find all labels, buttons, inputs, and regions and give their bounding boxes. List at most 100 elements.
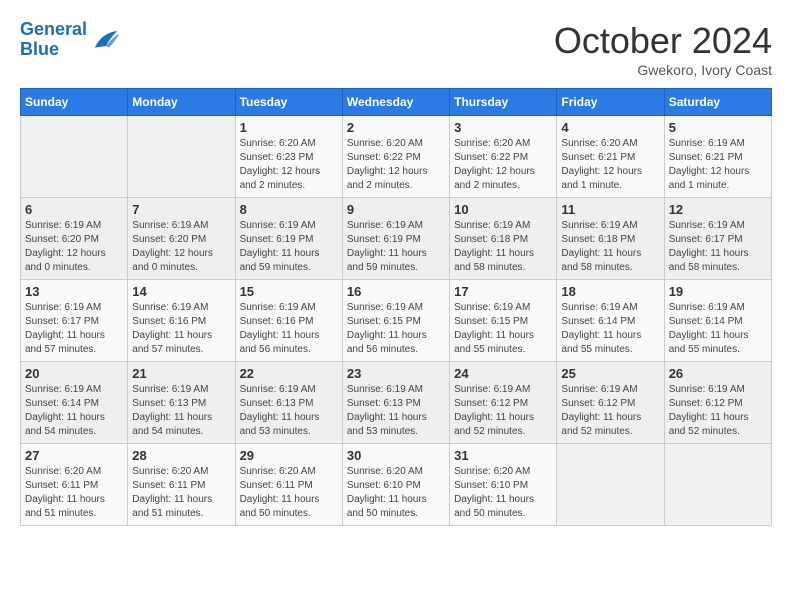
day-number: 16 — [347, 284, 445, 299]
weekday-header-saturday: Saturday — [664, 89, 771, 116]
day-number: 14 — [132, 284, 230, 299]
calendar-week-3: 13 Sunrise: 6:19 AM Sunset: 6:17 PM Dayli… — [21, 280, 772, 362]
calendar-cell: 8 Sunrise: 6:19 AM Sunset: 6:19 PM Daylig… — [235, 198, 342, 280]
calendar-cell: 21 Sunrise: 6:19 AM Sunset: 6:13 PM Dayli… — [128, 362, 235, 444]
day-number: 30 — [347, 448, 445, 463]
location: Gwekoro, Ivory Coast — [554, 62, 772, 78]
day-info: Sunrise: 6:20 AM Sunset: 6:11 PM Dayligh… — [25, 465, 123, 521]
calendar-cell: 28 Sunrise: 6:20 AM Sunset: 6:11 PM Dayli… — [128, 444, 235, 526]
day-number: 15 — [240, 284, 338, 299]
day-info: Sunrise: 6:20 AM Sunset: 6:10 PM Dayligh… — [347, 465, 445, 521]
day-info: Sunrise: 6:20 AM Sunset: 6:11 PM Dayligh… — [240, 465, 338, 521]
day-number: 20 — [25, 366, 123, 381]
day-number: 18 — [561, 284, 659, 299]
calendar-cell: 31 Sunrise: 6:20 AM Sunset: 6:10 PM Dayli… — [450, 444, 557, 526]
day-number: 13 — [25, 284, 123, 299]
day-number: 21 — [132, 366, 230, 381]
calendar-cell: 16 Sunrise: 6:19 AM Sunset: 6:15 PM Dayli… — [342, 280, 449, 362]
calendar-cell — [21, 116, 128, 198]
day-number: 25 — [561, 366, 659, 381]
weekday-header-tuesday: Tuesday — [235, 89, 342, 116]
page-header: General Blue October 2024 Gwekoro, Ivory… — [20, 20, 772, 78]
weekday-header-friday: Friday — [557, 89, 664, 116]
calendar-cell: 26Sunrise: 6:19 AM Sunset: 6:12 PM Dayli… — [664, 362, 771, 444]
calendar-cell: 7Sunrise: 6:19 AM Sunset: 6:20 PM Daylig… — [128, 198, 235, 280]
day-number: 9 — [347, 202, 445, 217]
day-info: Sunrise: 6:19 AM Sunset: 6:16 PM Dayligh… — [132, 301, 230, 357]
day-info: Sunrise: 6:19 AM Sunset: 6:20 PM Dayligh… — [132, 219, 230, 275]
day-number: 19 — [669, 284, 767, 299]
day-number: 29 — [240, 448, 338, 463]
calendar-cell: 11 Sunrise: 6:19 AM Sunset: 6:18 PM Dayli… — [557, 198, 664, 280]
day-info: Sunrise: 6:19 AM Sunset: 6:18 PM Dayligh… — [561, 219, 659, 275]
day-info: Sunrise: 6:19 AM Sunset: 6:16 PM Dayligh… — [240, 301, 338, 357]
day-info: Sunrise: 6:19 AM Sunset: 6:12 PM Dayligh… — [669, 383, 767, 439]
day-info: Sunrise: 6:19 AM Sunset: 6:14 PM Dayligh… — [561, 301, 659, 357]
calendar-cell: 18 Sunrise: 6:19 AM Sunset: 6:14 PM Dayli… — [557, 280, 664, 362]
calendar-cell: 14 Sunrise: 6:19 AM Sunset: 6:16 PM Dayli… — [128, 280, 235, 362]
day-info: Sunrise: 6:19 AM Sunset: 6:20 PM Dayligh… — [25, 219, 123, 275]
weekday-header-thursday: Thursday — [450, 89, 557, 116]
day-number: 28 — [132, 448, 230, 463]
day-info: Sunrise: 6:19 AM Sunset: 6:12 PM Dayligh… — [561, 383, 659, 439]
month-title: October 2024 — [554, 20, 772, 62]
calendar-cell: 27 Sunrise: 6:20 AM Sunset: 6:11 PM Dayli… — [21, 444, 128, 526]
calendar-cell: 9 Sunrise: 6:19 AM Sunset: 6:19 PM Daylig… — [342, 198, 449, 280]
day-info: Sunrise: 6:19 AM Sunset: 6:14 PM Dayligh… — [25, 383, 123, 439]
calendar-table: SundayMondayTuesdayWednesdayThursdayFrid… — [20, 88, 772, 526]
day-number: 24 — [454, 366, 552, 381]
day-info: Sunrise: 6:19 AM Sunset: 6:15 PM Dayligh… — [454, 301, 552, 357]
calendar-cell: 24 Sunrise: 6:19 AM Sunset: 6:12 PM Dayli… — [450, 362, 557, 444]
calendar-cell: 4 Sunrise: 6:20 AM Sunset: 6:21 PM Daylig… — [557, 116, 664, 198]
calendar-cell: 30 Sunrise: 6:20 AM Sunset: 6:10 PM Dayli… — [342, 444, 449, 526]
day-info: Sunrise: 6:19 AM Sunset: 6:17 PM Dayligh… — [669, 219, 767, 275]
calendar-cell: 15 Sunrise: 6:19 AM Sunset: 6:16 PM Dayli… — [235, 280, 342, 362]
calendar-cell: 23Sunrise: 6:19 AM Sunset: 6:13 PM Dayli… — [342, 362, 449, 444]
calendar-week-2: 6 Sunrise: 6:19 AM Sunset: 6:20 PM Daylig… — [21, 198, 772, 280]
day-number: 17 — [454, 284, 552, 299]
day-number: 8 — [240, 202, 338, 217]
day-info: Sunrise: 6:19 AM Sunset: 6:17 PM Dayligh… — [25, 301, 123, 357]
day-info: Sunrise: 6:19 AM Sunset: 6:13 PM Dayligh… — [132, 383, 230, 439]
weekday-header-wednesday: Wednesday — [342, 89, 449, 116]
day-number: 31 — [454, 448, 552, 463]
day-info: Sunrise: 6:19 AM Sunset: 6:15 PM Dayligh… — [347, 301, 445, 357]
calendar-week-1: 1Sunrise: 6:20 AM Sunset: 6:23 PM Daylig… — [21, 116, 772, 198]
day-info: Sunrise: 6:19 AM Sunset: 6:18 PM Dayligh… — [454, 219, 552, 275]
day-info: Sunrise: 6:20 AM Sunset: 6:10 PM Dayligh… — [454, 465, 552, 521]
calendar-cell: 29 Sunrise: 6:20 AM Sunset: 6:11 PM Dayli… — [235, 444, 342, 526]
day-number: 5 — [669, 120, 767, 135]
calendar-week-5: 27 Sunrise: 6:20 AM Sunset: 6:11 PM Dayli… — [21, 444, 772, 526]
day-info: Sunrise: 6:19 AM Sunset: 6:19 PM Dayligh… — [347, 219, 445, 275]
day-info: Sunrise: 6:20 AM Sunset: 6:21 PM Dayligh… — [561, 137, 659, 193]
day-number: 10 — [454, 202, 552, 217]
day-number: 12 — [669, 202, 767, 217]
day-info: Sunrise: 6:20 AM Sunset: 6:11 PM Dayligh… — [132, 465, 230, 521]
logo-blue: Blue — [20, 40, 87, 60]
day-number: 6 — [25, 202, 123, 217]
day-number: 3 — [454, 120, 552, 135]
day-info: Sunrise: 6:20 AM Sunset: 6:22 PM Dayligh… — [347, 137, 445, 193]
logo-bird-icon — [91, 25, 121, 55]
day-info: Sunrise: 6:19 AM Sunset: 6:19 PM Dayligh… — [240, 219, 338, 275]
day-info: Sunrise: 6:19 AM Sunset: 6:12 PM Dayligh… — [454, 383, 552, 439]
calendar-cell: 3Sunrise: 6:20 AM Sunset: 6:22 PM Daylig… — [450, 116, 557, 198]
day-number: 4 — [561, 120, 659, 135]
day-number: 27 — [25, 448, 123, 463]
day-number: 11 — [561, 202, 659, 217]
calendar-cell — [557, 444, 664, 526]
logo-text: General Blue — [20, 20, 87, 60]
calendar-cell: 2Sunrise: 6:20 AM Sunset: 6:22 PM Daylig… — [342, 116, 449, 198]
calendar-cell: 25 Sunrise: 6:19 AM Sunset: 6:12 PM Dayli… — [557, 362, 664, 444]
calendar-cell: 10 Sunrise: 6:19 AM Sunset: 6:18 PM Dayli… — [450, 198, 557, 280]
calendar-cell: 20 Sunrise: 6:19 AM Sunset: 6:14 PM Dayli… — [21, 362, 128, 444]
calendar-cell — [664, 444, 771, 526]
day-info: Sunrise: 6:19 AM Sunset: 6:13 PM Dayligh… — [347, 383, 445, 439]
day-info: Sunrise: 6:19 AM Sunset: 6:21 PM Dayligh… — [669, 137, 767, 193]
calendar-header: SundayMondayTuesdayWednesdayThursdayFrid… — [21, 89, 772, 116]
calendar-cell: 13 Sunrise: 6:19 AM Sunset: 6:17 PM Dayli… — [21, 280, 128, 362]
day-info: Sunrise: 6:20 AM Sunset: 6:23 PM Dayligh… — [240, 137, 338, 193]
weekday-row: SundayMondayTuesdayWednesdayThursdayFrid… — [21, 89, 772, 116]
weekday-header-monday: Monday — [128, 89, 235, 116]
logo-general: General — [20, 19, 87, 39]
